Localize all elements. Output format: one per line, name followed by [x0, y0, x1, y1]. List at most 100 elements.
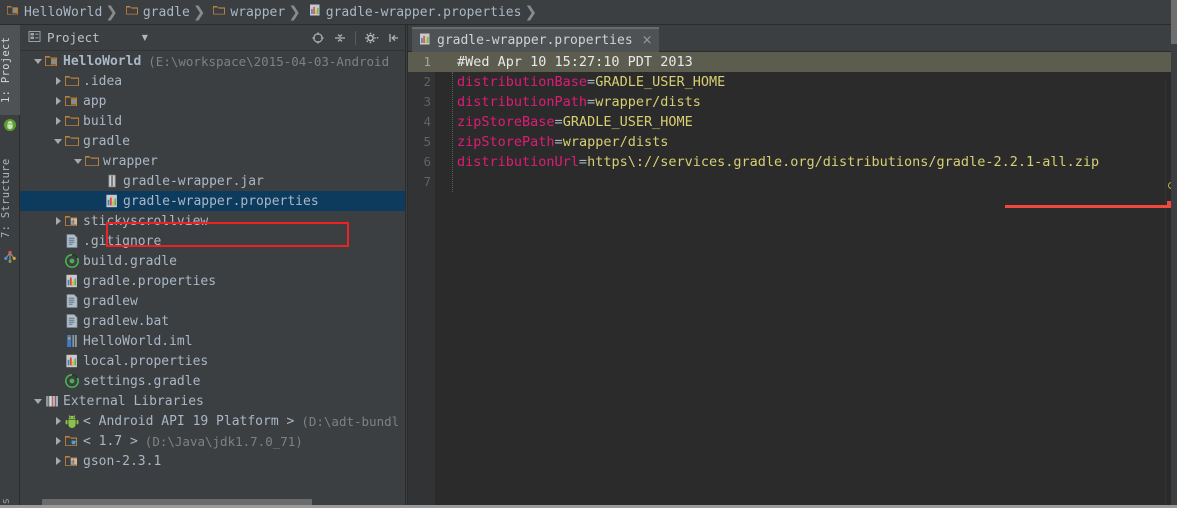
code-line[interactable]: #Wed Apr 10 15:27:10 PDT 2013 — [435, 52, 1177, 72]
module-folder-icon — [6, 3, 20, 21]
tree-row-label: gradle-wrapper.properties — [123, 194, 319, 209]
tree-row[interactable]: gson-2.3.1 — [20, 451, 405, 471]
chevron-down-icon[interactable] — [72, 155, 84, 167]
tree-row-selected[interactable]: gradle-wrapper.properties — [20, 191, 405, 211]
ide-window: HelloWorld ❯ gradle ❯ wrapper ❯ — [0, 0, 1177, 508]
tree-spacer — [52, 355, 64, 367]
property-key: zipStoreBase — [457, 114, 555, 130]
chevron-right-icon[interactable] — [52, 95, 64, 107]
tree-row-label: gradlew — [83, 294, 138, 309]
hide-panel-icon[interactable] — [384, 29, 403, 48]
tree-row[interactable]: < 1.7 >(D:\Java\jdk1.7.0_71) — [20, 431, 405, 451]
url-underline-annotation — [1005, 205, 1177, 208]
tree-row[interactable]: local.properties — [20, 351, 405, 371]
tree-row[interactable]: gradlew.bat — [20, 311, 405, 331]
tree-row-label: local.properties — [83, 354, 208, 369]
jar-file-icon — [104, 173, 120, 189]
sidebar-tab-structure[interactable]: 7: Structure — [0, 150, 20, 246]
code-comment: #Wed Apr 10 15:27:10 PDT 2013 — [457, 54, 693, 70]
tree-row[interactable]: .idea — [20, 71, 405, 91]
tree-row-label: settings.gradle — [83, 374, 200, 389]
chevron-right-icon[interactable] — [52, 215, 64, 227]
gradle-file-icon — [64, 253, 80, 269]
folder-icon — [64, 133, 80, 149]
tree-spacer — [52, 315, 64, 327]
tree-row[interactable]: .gitignore — [20, 231, 405, 251]
property-key: distributionPath — [457, 94, 587, 110]
breadcrumb-separator: ❯ — [105, 3, 118, 21]
tree-row-label: External Libraries — [63, 394, 204, 409]
tree-row[interactable]: settings.gradle — [20, 371, 405, 391]
line-number: 6 — [408, 152, 435, 172]
sidebar-tab-bottom-partial[interactable]: ts — [0, 480, 20, 508]
tree-row[interactable]: HelloWorld.iml — [20, 331, 405, 351]
tree-row-label: app — [83, 94, 106, 109]
breadcrumb-item-3[interactable]: gradle-wrapper.properties — [302, 0, 524, 25]
tree-row-label: build.gradle — [83, 254, 177, 269]
project-panel-toolbar — [308, 25, 403, 51]
collapse-all-icon[interactable] — [330, 29, 349, 48]
window-scrollbar[interactable] — [1171, 0, 1177, 508]
tree-row[interactable]: wrapper — [20, 151, 405, 171]
tree-spacer — [92, 195, 104, 207]
tree-row[interactable]: gradle — [20, 131, 405, 151]
editor-tab-gradle-wrapper-properties[interactable]: gradle-wrapper.properties × — [412, 27, 659, 52]
tree-row[interactable]: app — [20, 91, 405, 111]
property-value: wrapper/dists — [563, 134, 669, 150]
chevron-right-icon[interactable] — [52, 415, 64, 427]
tree-row-label: < Android API 19 Platform > — [83, 414, 294, 429]
chevron-down-icon[interactable]: ▼ — [142, 33, 148, 42]
project-tree-scroll[interactable]: HelloWorld(E:\workspace\2015-04-03-Andro… — [20, 51, 405, 508]
tree-row[interactable]: HelloWorld(E:\workspace\2015-04-03-Andro… — [20, 51, 405, 71]
code-line[interactable]: zipStoreBase=GRADLE_USER_HOME — [435, 112, 1177, 132]
tree-row[interactable]: External Libraries — [20, 391, 405, 411]
breadcrumb-item-1[interactable]: gradle — [119, 0, 192, 25]
property-equals: = — [555, 114, 563, 130]
tree-row[interactable]: build.gradle — [20, 251, 405, 271]
android-sdk-icon — [64, 413, 80, 429]
library-module-icon — [64, 453, 80, 469]
property-value: https\://services.gradle.org/distributio… — [587, 154, 1099, 170]
code-editor[interactable]: 1234567 #Wed Apr 10 15:27:10 PDT 2013dis… — [408, 52, 1177, 508]
tree-spacer — [52, 335, 64, 347]
properties-file-icon — [418, 32, 432, 50]
code-line[interactable] — [435, 172, 1177, 192]
chevron-right-icon[interactable] — [52, 75, 64, 87]
sidebar-tab-project[interactable]: 1: Project — [0, 25, 20, 115]
properties-file-icon — [64, 353, 80, 369]
code-content[interactable]: #Wed Apr 10 15:27:10 PDT 2013 distributio… — [435, 52, 1177, 508]
tree-row-label: < 1.7 > — [83, 434, 138, 449]
project-tree: HelloWorld(E:\workspace\2015-04-03-Andro… — [20, 51, 405, 471]
chevron-right-icon[interactable] — [52, 115, 64, 127]
tree-row-label: gradle — [83, 134, 130, 149]
tree-row[interactable]: gradle.properties — [20, 271, 405, 291]
scrollbar-thumb[interactable] — [1171, 0, 1177, 44]
chevron-down-icon[interactable] — [32, 395, 44, 407]
left-tool-strip: 1: Project 7: Structure ts — [0, 25, 20, 508]
tree-row[interactable]: < Android API 19 Platform >(D:\adt-bundl — [20, 411, 405, 431]
close-icon[interactable]: × — [642, 33, 653, 48]
chevron-down-icon[interactable] — [32, 55, 44, 67]
scroll-from-source-icon[interactable] — [308, 29, 327, 48]
tree-row-label: HelloWorld.iml — [83, 334, 193, 349]
property-equals: = — [579, 154, 587, 170]
breadcrumb-item-0[interactable]: HelloWorld — [0, 0, 104, 25]
properties-file-icon — [104, 193, 120, 209]
tree-row[interactable]: gradlew — [20, 291, 405, 311]
tree-row-label: gson-2.3.1 — [83, 454, 161, 469]
chevron-down-icon[interactable] — [52, 135, 64, 147]
breadcrumb-item-2[interactable]: wrapper — [206, 0, 287, 25]
tree-spacer — [52, 375, 64, 387]
code-line[interactable]: zipStorePath=wrapper/dists — [435, 132, 1177, 152]
chevron-right-icon[interactable] — [52, 435, 64, 447]
chevron-right-icon[interactable] — [52, 455, 64, 467]
code-line[interactable]: distributionPath=wrapper/dists — [435, 92, 1177, 112]
tree-row[interactable]: build — [20, 111, 405, 131]
tree-spacer — [52, 255, 64, 267]
code-line[interactable]: distributionBase=GRADLE_USER_HOME — [435, 72, 1177, 92]
tree-row[interactable]: gradle-wrapper.jar — [20, 171, 405, 191]
code-line[interactable]: distributionUrl=https\://services.gradle… — [435, 152, 1177, 172]
settings-gear-icon[interactable] — [362, 29, 381, 48]
editor-tab-label: gradle-wrapper.properties — [437, 33, 633, 48]
tree-row[interactable]: stickyscrollview — [20, 211, 405, 231]
